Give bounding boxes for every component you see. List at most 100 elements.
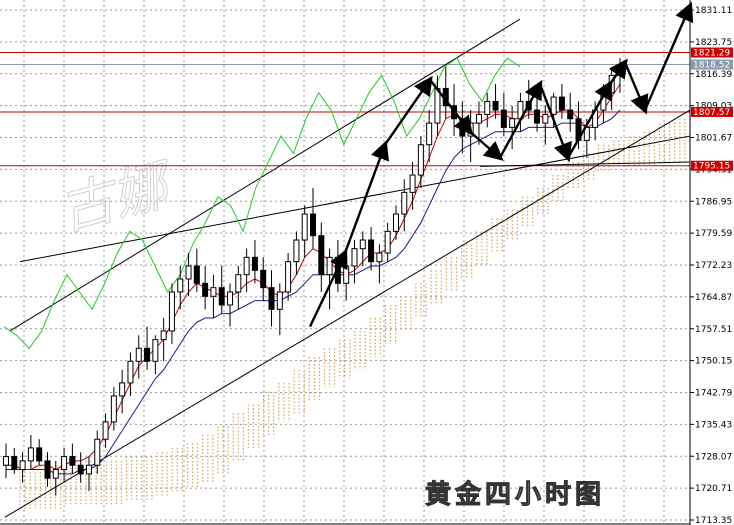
candles	[3, 58, 623, 496]
chart-grid	[0, 0, 690, 524]
candle	[11, 447, 18, 474]
candle	[160, 317, 167, 362]
candle-body	[384, 230, 391, 254]
candle-body	[19, 460, 26, 471]
candle	[285, 253, 292, 301]
candle	[442, 66, 449, 119]
candle	[318, 222, 325, 292]
price-axis-ticks: 1831.111823.751816.391809.031801.671794.…	[690, 6, 732, 525]
candle-body	[500, 109, 507, 128]
candle-body	[260, 269, 267, 289]
candle	[359, 231, 366, 266]
candle-body	[235, 274, 242, 293]
candle	[102, 413, 109, 448]
candle-body	[152, 339, 159, 362]
candle	[492, 84, 499, 119]
candle	[44, 452, 51, 487]
candle	[235, 265, 242, 310]
candle-body	[243, 256, 250, 276]
tick-label: 1786.95	[695, 197, 732, 207]
candle-body	[69, 456, 76, 466]
candle	[517, 92, 524, 132]
candle-body	[301, 213, 308, 241]
tick-label: 1801.67	[695, 134, 732, 144]
candle	[127, 352, 134, 396]
candle-body	[534, 109, 541, 124]
candle	[417, 136, 424, 189]
base-line	[6, 109, 621, 475]
tick-label: 1735.43	[695, 420, 732, 430]
candle-body	[52, 469, 59, 479]
candle	[401, 179, 408, 232]
candle	[276, 283, 283, 336]
candle-body	[326, 256, 333, 276]
candle-body	[484, 100, 491, 115]
tick-label: 1831.11	[695, 6, 732, 16]
price-level-label: 1807.57	[693, 108, 730, 118]
candle	[534, 92, 541, 132]
candle-body	[376, 252, 383, 263]
candle-body	[567, 109, 574, 120]
candle-body	[251, 256, 258, 271]
tick-label: 1750.15	[695, 357, 732, 367]
candle-body	[227, 291, 234, 306]
candle-body	[550, 96, 557, 115]
candle	[376, 244, 383, 284]
candle	[293, 231, 300, 275]
candle-body	[135, 347, 142, 362]
candle	[135, 335, 142, 379]
candle	[27, 434, 34, 470]
tick-label: 1720.71	[695, 484, 732, 494]
candle-body	[401, 191, 408, 215]
candle-body	[426, 122, 433, 146]
candle	[36, 439, 43, 466]
candle	[202, 265, 209, 310]
candle-body	[558, 96, 565, 111]
candle	[227, 283, 234, 327]
forecast-arrow	[343, 140, 390, 254]
forecast-arrow	[643, 1, 694, 111]
price-level-labels: 1821.29 1818.52 1807.57 1795.15	[691, 47, 733, 172]
candle-body	[11, 456, 18, 471]
candle-body	[276, 291, 283, 310]
candle	[260, 257, 267, 301]
candle	[77, 452, 84, 483]
candle	[384, 222, 391, 262]
candle	[351, 240, 358, 284]
candle-body	[293, 239, 300, 263]
candle-body	[542, 113, 549, 124]
candle-body	[492, 100, 499, 111]
candle-body	[417, 144, 424, 176]
candle	[3, 443, 9, 479]
candle-body	[509, 118, 516, 128]
candle	[218, 265, 225, 314]
candle	[61, 447, 68, 483]
candle	[567, 92, 574, 132]
candle-body	[177, 278, 184, 293]
candle-body	[94, 438, 101, 466]
tick-label: 1764.87	[695, 293, 732, 303]
candle	[558, 84, 565, 119]
candle	[119, 369, 126, 414]
tick-label: 1742.79	[695, 389, 732, 399]
candle	[600, 84, 607, 124]
candle-body	[61, 456, 68, 471]
candle	[392, 205, 399, 241]
candle-body	[368, 239, 375, 263]
candle-body	[160, 330, 167, 341]
candle-body	[3, 456, 9, 466]
candle-body	[210, 287, 217, 297]
tick-label: 1728.07	[695, 452, 732, 462]
candle-body	[27, 447, 34, 462]
candle	[144, 326, 151, 370]
tick-label: 1757.51	[695, 325, 732, 335]
candle-body	[193, 265, 200, 284]
candle	[152, 335, 159, 375]
price-level-label: 1821.29	[693, 49, 730, 59]
candle	[94, 430, 101, 474]
candle-body	[168, 291, 175, 332]
candle-body	[318, 235, 325, 276]
candle-body	[268, 287, 275, 310]
candle-body	[110, 395, 117, 423]
candle-body	[310, 213, 316, 237]
